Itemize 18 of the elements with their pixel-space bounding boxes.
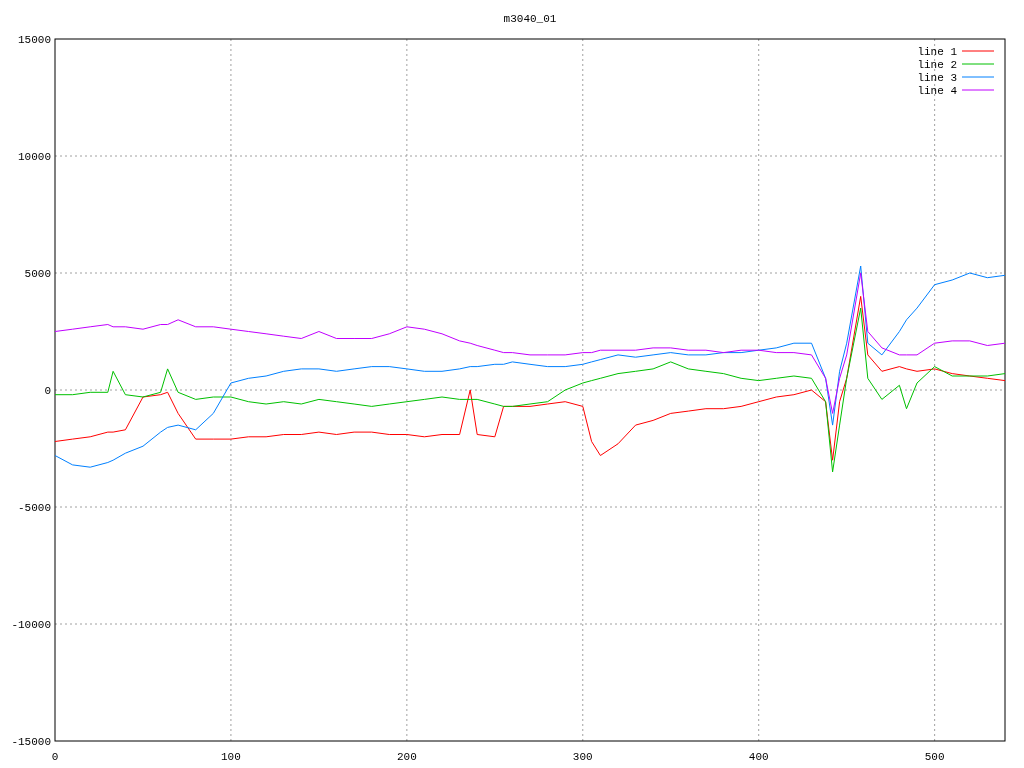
y-tick-label: 5000: [24, 268, 51, 280]
x-tick-label: 500: [924, 751, 945, 763]
legend-label: line 4: [917, 85, 957, 97]
legend-label: line 2: [917, 59, 957, 71]
chart-title: m3040_01: [503, 13, 557, 25]
y-tick-label: -15000: [11, 736, 51, 748]
legend-label: line 3: [917, 72, 957, 84]
y-tick-label: 10000: [18, 151, 51, 163]
x-tick-label: 400: [748, 751, 769, 763]
y-tick-label: 15000: [18, 34, 51, 46]
x-tick-label: 200: [396, 751, 417, 763]
x-tick-label: 0: [51, 751, 59, 763]
y-tick-label: -10000: [11, 619, 51, 631]
legend-label: line 1: [917, 46, 957, 58]
x-tick-label: 300: [572, 751, 593, 763]
y-tick-label: -5000: [18, 502, 51, 514]
y-tick-label: 0: [44, 385, 51, 397]
x-tick-label: 100: [221, 751, 241, 763]
